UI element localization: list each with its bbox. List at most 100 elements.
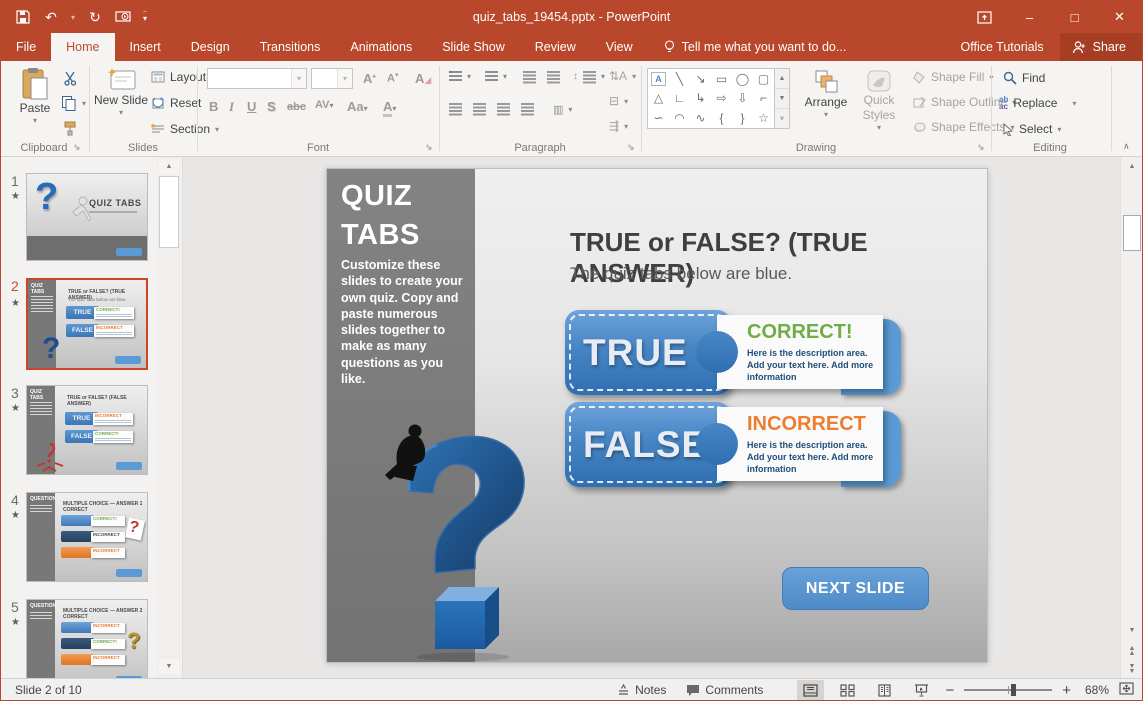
office-tutorials-link[interactable]: Office Tutorials	[945, 33, 1060, 61]
find-button[interactable]: Find	[1003, 71, 1045, 85]
clear-formatting-button[interactable]: A◢	[415, 71, 431, 86]
tab-transitions[interactable]: Transitions	[245, 33, 336, 61]
notes-button[interactable]: Notes	[617, 683, 666, 697]
section-button[interactable]: Section▾	[151, 122, 219, 136]
align-left-button[interactable]	[449, 103, 462, 115]
tab-file[interactable]: File	[1, 33, 51, 61]
underline-button[interactable]: U	[247, 99, 256, 114]
slide-sorter-view-button[interactable]	[834, 680, 861, 701]
drawing-dialog-launcher[interactable]: ⇘	[977, 142, 985, 153]
numbering-button[interactable]: ▾	[485, 71, 507, 81]
next-slide-icon[interactable]: ▼▼	[1123, 661, 1141, 676]
shape-fill-button[interactable]: Shape Fill▾	[913, 70, 993, 84]
strikethrough-button[interactable]: abc	[287, 101, 306, 113]
zoom-out-button[interactable]: −	[945, 682, 954, 699]
replace-button[interactable]: abac Replace▾	[999, 96, 1076, 110]
tell-me-box[interactable]: Tell me what you want to do...	[664, 33, 847, 61]
arrange-button[interactable]: Arrange ▾	[799, 69, 853, 120]
grow-font-button[interactable]: A▴	[363, 71, 376, 86]
change-case-button[interactable]: Aa▾	[347, 99, 368, 114]
tab-review[interactable]: Review	[520, 33, 591, 61]
paragraph-dialog-launcher[interactable]: ⇘	[627, 142, 635, 153]
shape-gallery[interactable]: A ╲ ↘ ▭ ◯ ▢ △ ∟ ↳ ⇨ ⇩ ⌐ ∽ ◠ ∿ { } ☆	[647, 68, 775, 129]
slide-sidebar-text[interactable]: Customize these slides to create your ow…	[341, 257, 465, 387]
font-color-button[interactable]: A▾	[383, 99, 396, 114]
maximize-button[interactable]: □	[1052, 1, 1097, 33]
start-from-beginning-icon[interactable]	[111, 4, 135, 30]
scrollbar-thumb[interactable]	[1123, 215, 1141, 251]
justify-button[interactable]	[521, 103, 534, 115]
increase-indent-button[interactable]	[547, 71, 560, 83]
comments-button[interactable]: Comments	[686, 683, 763, 697]
align-right-button[interactable]	[497, 103, 510, 115]
align-center-button[interactable]	[473, 103, 486, 115]
false-answer-card[interactable]: INCORRECT Here is the description area. …	[717, 407, 883, 481]
paste-button[interactable]: Paste ▾	[9, 67, 61, 126]
ribbon-display-options-icon[interactable]	[962, 1, 1007, 33]
bold-button[interactable]: B	[209, 99, 218, 114]
zoom-slider[interactable]	[964, 689, 1052, 691]
question-mark-3d-graphic[interactable]	[371, 419, 541, 662]
redo-icon[interactable]: ↻	[83, 4, 107, 30]
cut-icon[interactable]	[63, 71, 78, 86]
collapse-ribbon-icon[interactable]: ∧	[1123, 141, 1130, 152]
zoom-level[interactable]: 68%	[1085, 683, 1109, 697]
font-size-select[interactable]: ▾	[311, 68, 353, 89]
tab-animations[interactable]: Animations	[335, 33, 427, 61]
tab-slide-show[interactable]: Slide Show	[427, 33, 520, 61]
undo-dropdown-icon[interactable]: ▾	[67, 4, 79, 30]
thumbnail-scrollbar-thumb[interactable]	[159, 176, 179, 248]
shape-gallery-scrollbar[interactable]: ▲ ▼ ⩔	[775, 68, 790, 129]
bullets-button[interactable]: ▾	[449, 71, 471, 81]
undo-icon[interactable]: ↶	[39, 4, 63, 30]
tab-design[interactable]: Design	[176, 33, 245, 61]
zoom-in-button[interactable]: +	[1062, 682, 1071, 699]
slide-3-thumbnail[interactable]: QUIZ TABS TRUE or FALSE? (FALSE ANSWER) …	[26, 385, 148, 475]
slide-subtitle[interactable]: The quiz tabs below are blue.	[570, 264, 792, 284]
copy-icon[interactable]: ▾	[61, 95, 86, 111]
text-shadow-button[interactable]: S	[267, 99, 276, 114]
zoom-slider-thumb[interactable]	[1011, 684, 1016, 696]
share-button[interactable]: Share	[1060, 33, 1142, 61]
thumbnail-scroll-up-icon[interactable]: ▲	[159, 159, 179, 174]
shrink-font-button[interactable]: A▾	[387, 71, 398, 85]
fit-to-window-button[interactable]	[1119, 682, 1134, 698]
close-button[interactable]: ✕	[1097, 1, 1142, 33]
align-text-button[interactable]: ⊟▾	[609, 94, 628, 108]
tab-insert[interactable]: Insert	[115, 33, 176, 61]
line-spacing-button[interactable]: ↕▾	[573, 71, 605, 83]
decrease-indent-button[interactable]	[523, 71, 536, 83]
text-direction-button[interactable]: ⇅A▾	[609, 69, 636, 83]
shape-effects-button[interactable]: Shape Effects▾	[913, 120, 1015, 134]
true-answer-card[interactable]: CORRECT! Here is the description area. A…	[717, 315, 883, 389]
font-dialog-launcher[interactable]: ⇘	[425, 142, 433, 153]
clipboard-dialog-launcher[interactable]: ⇘	[73, 142, 81, 153]
slide-5-thumbnail[interactable]: QUESTION MULTIPLE CHOICE — ANSWER 2 CORR…	[26, 599, 148, 678]
character-spacing-button[interactable]: AV▾	[315, 99, 333, 111]
save-icon[interactable]	[11, 4, 35, 30]
new-slide-button[interactable]: New Slide ▾	[97, 67, 145, 118]
previous-slide-icon[interactable]: ▲▲	[1123, 643, 1141, 658]
convert-smartart-button[interactable]: ⇶▾	[609, 119, 628, 133]
scroll-down-icon[interactable]: ▼	[1123, 623, 1141, 638]
thumbnail-scroll-down-icon[interactable]: ▼	[159, 659, 179, 674]
italic-button[interactable]: I	[229, 99, 234, 115]
normal-view-button[interactable]	[797, 680, 824, 701]
thumbnail-scrollbar[interactable]: ▲ ▼	[157, 157, 181, 678]
layout-button[interactable]: Layout▾	[151, 70, 215, 84]
slide-4-thumbnail[interactable]: QUESTION MULTIPLE CHOICE — ANSWER 1 CORR…	[26, 492, 148, 582]
tab-view[interactable]: View	[591, 33, 648, 61]
tab-home[interactable]: Home	[51, 33, 114, 61]
slide-sidebar-title[interactable]: QUIZ TABS	[341, 177, 445, 255]
next-slide-button[interactable]: NEXT SLIDE	[782, 567, 929, 610]
reading-view-button[interactable]	[871, 680, 898, 701]
slide-1-thumbnail[interactable]: ? QUIZ TABS	[26, 173, 148, 261]
font-name-select[interactable]: ▾	[207, 68, 307, 89]
slide-2-thumbnail-selected[interactable]: QUIZ TABS ? TRUE or FALSE? (TRUE ANSWER)…	[26, 278, 148, 370]
slide-show-view-button[interactable]	[908, 680, 935, 701]
customize-qat-icon[interactable]: ‾▾	[139, 4, 151, 30]
main-vertical-scrollbar[interactable]: ▲ ▼ ▲▲ ▼▼	[1120, 157, 1142, 678]
reset-button[interactable]: Reset	[151, 96, 201, 110]
slide-canvas[interactable]: QUIZ TABS Customize these slides to crea…	[326, 168, 988, 663]
minimize-button[interactable]: –	[1007, 1, 1052, 33]
